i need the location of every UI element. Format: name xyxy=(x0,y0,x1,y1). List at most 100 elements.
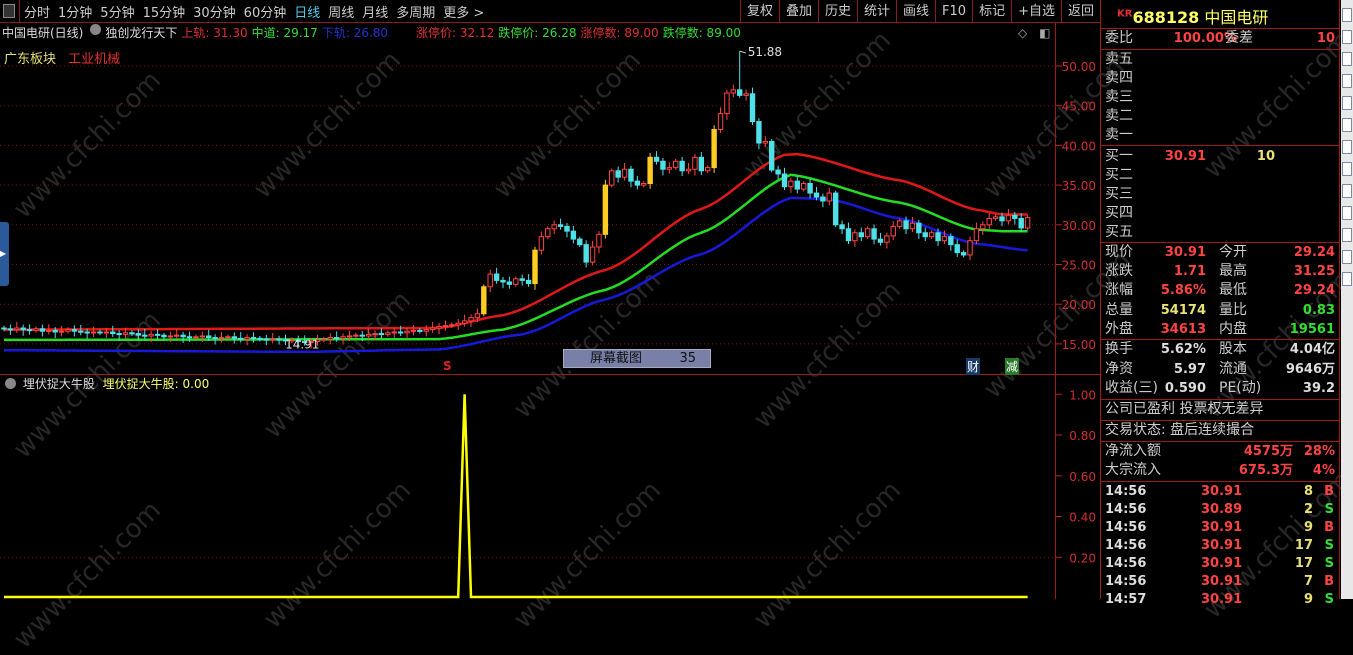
lower-indicator-name[interactable]: 埋伏捉大牛股 xyxy=(23,377,95,391)
period-tab-9[interactable]: 多周期 xyxy=(396,2,435,21)
tick-price: 30.89 xyxy=(1201,502,1243,517)
candle-body xyxy=(154,333,161,336)
screenshot-tooltip[interactable]: 屏幕截图 35 xyxy=(563,349,711,368)
candle-body xyxy=(749,93,756,123)
expand-left-handle[interactable]: ▶ xyxy=(0,222,9,286)
toolbar-button-2[interactable]: 历史 xyxy=(817,0,857,23)
side-tool-icon[interactable] xyxy=(1342,96,1352,110)
stat-row: 总量 54174 量比 0.83 xyxy=(1101,301,1339,320)
finance-row: 收益(三) 0.590 PE(动) 39.2 xyxy=(1101,379,1339,398)
toolbar-button-0[interactable]: 复权 xyxy=(739,0,779,23)
candle-body xyxy=(839,224,845,230)
candle-body xyxy=(359,334,365,337)
buy-level-label: 买三 xyxy=(1105,186,1133,202)
kline-chart[interactable]: 50.00 45.00 40.00 35.00 30.00 25.00 20.00 15.00… xyxy=(0,23,1100,599)
toolbar-button-3[interactable]: 统计 xyxy=(857,0,896,23)
period-tab-2[interactable]: 5分钟 xyxy=(100,2,134,21)
price-axis-label: 30.00 xyxy=(1062,219,1096,233)
toolbar-button-4[interactable]: 画线 xyxy=(896,0,935,23)
finance-label: 净资 xyxy=(1105,360,1133,377)
period-tab-6[interactable]: 日线 xyxy=(294,2,320,21)
toolbar-button-6[interactable]: 标记 xyxy=(972,0,1011,23)
candle-body xyxy=(679,160,685,172)
candle-body xyxy=(756,121,762,144)
period-tab-0[interactable]: 分时 xyxy=(24,2,50,21)
indicator-dropdown-icon[interactable] xyxy=(5,378,16,389)
finance-label: 流通 xyxy=(1219,360,1247,377)
candle-body xyxy=(615,170,621,178)
candle-body xyxy=(653,156,660,162)
flow-percent: 28% xyxy=(1303,444,1335,459)
side-tool-icon[interactable] xyxy=(1342,272,1352,286)
candle-body xyxy=(410,329,417,332)
toolbar-buttons: 复权 叠加 历史 统计 画线 F10 标记 +自选 返回 xyxy=(739,0,1100,23)
candle-body xyxy=(244,337,250,340)
period-tab-7[interactable]: 周线 xyxy=(328,2,354,21)
buy-level-row: 买三 xyxy=(1101,185,1339,204)
candle-body xyxy=(794,180,800,190)
candle-body xyxy=(960,252,967,256)
candle-body xyxy=(397,331,404,334)
period-tab-8[interactable]: 月线 xyxy=(362,2,388,21)
finance-label: PE(动) xyxy=(1219,380,1262,396)
candle-body xyxy=(193,336,199,339)
candle-body xyxy=(493,273,500,281)
finance-value: 4.04亿 xyxy=(1289,342,1335,357)
toolbar-button-8[interactable]: 返回 xyxy=(1060,0,1100,23)
candle-body xyxy=(641,183,647,186)
price-axis-label: 35.00 xyxy=(1062,179,1096,193)
panel-toggle-icon[interactable] xyxy=(3,4,15,18)
s-marker[interactable]: S xyxy=(443,359,452,373)
period-tab-5[interactable]: 60分钟 xyxy=(244,2,287,21)
candle-body xyxy=(180,334,186,338)
side-tool-icon[interactable] xyxy=(1342,118,1352,132)
period-tab-4[interactable]: 30分钟 xyxy=(193,2,236,21)
lower-indicator-value: 埋伏捉大牛股: 0.00 xyxy=(102,377,210,391)
side-tool-icon[interactable] xyxy=(1342,30,1352,44)
reduce-marker[interactable]: 减 xyxy=(1005,358,1020,375)
side-tool-icon[interactable] xyxy=(1342,184,1352,198)
candle-body xyxy=(449,324,455,327)
period-toolbar: 分时 1分钟 5分钟 15分钟 30分钟 60分钟 日线 周线 月线 多周期 更多 > 复权 叠加 历史… xyxy=(0,0,1100,23)
side-tool-icon[interactable] xyxy=(1342,74,1352,88)
buy-price: 30.91 xyxy=(1164,149,1206,164)
period-tab-10[interactable]: 更多 > xyxy=(443,2,484,21)
period-tab-3[interactable]: 15分钟 xyxy=(143,2,186,21)
side-tool-icon[interactable] xyxy=(1342,162,1352,176)
tick-time: 14:57 xyxy=(1105,592,1147,607)
toolbar-button-1[interactable]: 叠加 xyxy=(778,0,818,23)
toolbar-button-7[interactable]: +自选 xyxy=(1011,0,1061,23)
tick-price: 30.91 xyxy=(1201,484,1243,499)
candle-body xyxy=(916,222,922,234)
period-tab-1[interactable]: 1分钟 xyxy=(58,2,92,21)
sell-level-row: 卖五 xyxy=(1101,50,1339,69)
side-tool-icon[interactable] xyxy=(1342,140,1352,154)
finance-marker[interactable]: 财 xyxy=(966,358,981,375)
candle-body xyxy=(973,228,980,242)
stat-value: 30.91 xyxy=(1164,245,1206,260)
tick-row: 14:56 30.89 2 S xyxy=(1101,501,1339,519)
sell-level-label: 卖一 xyxy=(1105,127,1133,143)
stat-label: 最低 xyxy=(1219,282,1247,299)
tick-volume: 17 xyxy=(1294,538,1313,553)
candle-body xyxy=(161,334,167,338)
lower-legend: 埋伏捉大牛股 埋伏捉大牛股: 0.00 xyxy=(2,375,209,392)
candle-body xyxy=(903,220,909,230)
tick-time: 14:56 xyxy=(1105,484,1147,499)
tick-row: 14:56 30.91 9 B xyxy=(1101,519,1339,537)
side-tool-icon[interactable] xyxy=(1342,250,1352,264)
finance-value: 39.2 xyxy=(1302,381,1335,396)
price-axis-label: 20.00 xyxy=(1062,298,1096,312)
side-tool-icon[interactable] xyxy=(1342,206,1352,220)
toolbar-button-5[interactable]: F10 xyxy=(935,0,972,23)
candle-body xyxy=(39,328,46,332)
stat-label: 最高 xyxy=(1219,263,1247,280)
candle-body xyxy=(167,335,174,338)
side-tool-icon[interactable] xyxy=(1342,228,1352,242)
indicator-axis-label: 1.00 xyxy=(1069,388,1096,402)
candle-body xyxy=(634,180,641,186)
candle-body xyxy=(481,286,487,315)
candle-body xyxy=(78,330,84,333)
side-tool-icon[interactable] xyxy=(1342,8,1352,22)
side-tool-icon[interactable] xyxy=(1342,52,1352,66)
